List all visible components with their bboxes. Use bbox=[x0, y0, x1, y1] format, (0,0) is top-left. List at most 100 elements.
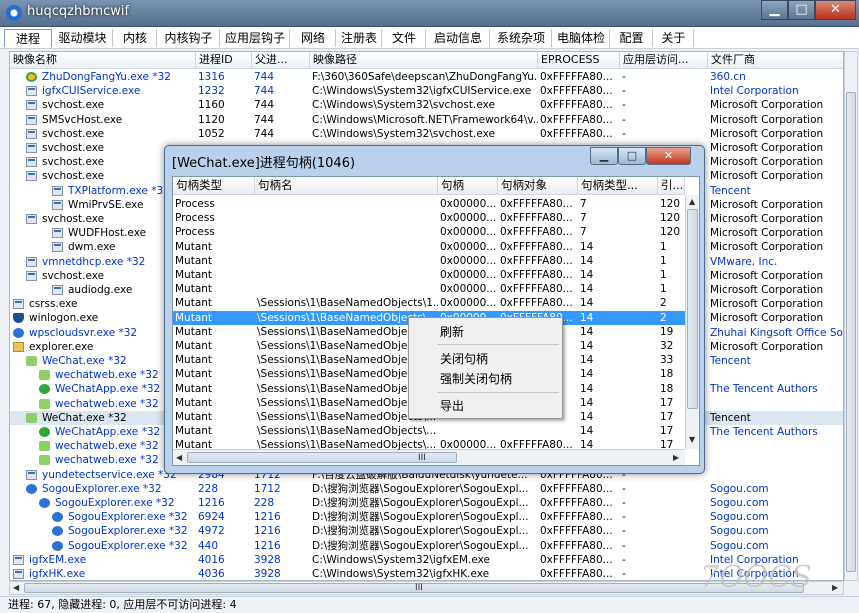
cell-pid: 1160 bbox=[198, 99, 225, 112]
scroll-up-arrow-icon[interactable]: ▲ bbox=[689, 197, 695, 207]
handle-row[interactable]: Mutant 0x00000... 0xFFFFFA80... 14 1 bbox=[173, 282, 685, 296]
scroll-down-arrow-icon[interactable]: ▼ bbox=[689, 435, 695, 445]
handle-cell: 0x00000... bbox=[440, 254, 497, 267]
tab-6[interactable]: 注册表 bbox=[337, 29, 382, 47]
handle-cell: Mutant bbox=[175, 297, 213, 310]
handle-cell: 0x00000... bbox=[440, 269, 497, 281]
process-icon bbox=[26, 469, 37, 480]
handles-column-header[interactable]: 句柄类型... bbox=[578, 177, 658, 195]
dialog-maximize-button[interactable]: □ bbox=[618, 147, 646, 165]
maximize-button[interactable]: □ bbox=[788, 0, 815, 20]
table-row[interactable]: igfxCUIService.exe 1232 744 C:\Windows\Syst… bbox=[10, 84, 843, 98]
handle-row[interactable]: Mutant\Sessions\1\BaseNamedObjects\...0x… bbox=[173, 438, 685, 452]
handle-cell: 14 bbox=[580, 425, 594, 438]
tab-12[interactable]: 关于 bbox=[654, 29, 694, 47]
table-row[interactable]: SogouExplorer.exe *32 1216 228 D:\搜狗浏览器\Sog… bbox=[10, 496, 843, 510]
table-row[interactable]: svchost.exe 1052 744 C:\Windows\System32\sv… bbox=[10, 127, 843, 141]
close-button[interactable]: ✕ bbox=[815, 0, 856, 20]
handle-row[interactable]: Mutant \Sessions\1\BaseNamedObjects\1... 0… bbox=[173, 296, 685, 310]
handle-cell: 0x00000... bbox=[440, 439, 497, 452]
tab-8[interactable]: 启动信息 bbox=[427, 29, 490, 47]
menu-item-force-close-handle[interactable]: 强制关闭句柄 bbox=[410, 369, 561, 389]
scroll-left-arrow-icon[interactable]: ◀ bbox=[176, 453, 182, 463]
menu-item-close-handle[interactable]: 关闭句柄 bbox=[410, 349, 561, 369]
scroll-grip-icon: III bbox=[415, 583, 423, 593]
cell-vendor: VMware, Inc. bbox=[710, 255, 778, 268]
handle-row[interactable]: Mutant 0x00000... 0xFFFFFA80... 14 1 bbox=[173, 254, 685, 268]
handle-cell: 1 bbox=[660, 240, 667, 253]
handle-cell: 0x00000... bbox=[440, 240, 497, 253]
handle-row[interactable]: Mutant 0x00000... 0xFFFFFA80... 14 1 bbox=[173, 268, 685, 282]
handle-cell: 19 bbox=[660, 325, 674, 338]
table-row[interactable]: SogouExplorer.exe *32 4972 1216 D:\搜狗浏览器\So… bbox=[10, 524, 843, 538]
handle-row[interactable]: Process 0x00000... 0xFFFFFA80... 7 120 bbox=[173, 211, 685, 225]
column-header[interactable]: 文件厂商 bbox=[708, 52, 843, 69]
process-icon bbox=[26, 100, 37, 111]
dialog-close-button[interactable]: ✕ bbox=[646, 147, 691, 165]
menu-item-refresh[interactable]: 刷新 bbox=[410, 322, 561, 342]
scroll-thumb[interactable] bbox=[187, 452, 457, 463]
handle-cell: 0x00000... bbox=[440, 226, 497, 239]
menu-item-export[interactable]: 导出 bbox=[410, 396, 561, 416]
scroll-right-arrow-icon[interactable]: ▶ bbox=[832, 583, 838, 593]
dialog-minimize-button[interactable]: ▁ bbox=[590, 147, 618, 165]
scroll-thumb[interactable] bbox=[846, 92, 856, 572]
tab-1[interactable]: 驱动模块 bbox=[53, 29, 113, 47]
tab-3[interactable]: 内核钩子 bbox=[158, 29, 220, 47]
handles-column-header[interactable]: 句柄对象 bbox=[498, 177, 578, 195]
cell-vendor: Tencent bbox=[710, 184, 751, 197]
tab-5[interactable]: 网络 bbox=[291, 29, 336, 47]
handle-cell: 0xFFFFFA80... bbox=[500, 212, 573, 225]
cell-ppid: 744 bbox=[254, 71, 275, 83]
scroll-left-arrow-icon[interactable]: ◀ bbox=[13, 583, 19, 593]
column-header[interactable]: 应用层访问... bbox=[620, 52, 708, 69]
handle-row[interactable]: Process 0x00000... 0xFFFFFA80... 7 120 bbox=[173, 197, 685, 211]
table-row[interactable]: ZhuDongFangYu.exe *32 1316 744 F:\360\360Sa… bbox=[10, 70, 843, 84]
table-row[interactable]: SogouExplorer.exe *32 228 1712 D:\搜狗浏览器\Sog… bbox=[10, 482, 843, 496]
table-row[interactable]: svchost.exe 1160 744 C:\Windows\System32\sv… bbox=[10, 98, 843, 112]
handles-column-header[interactable]: 句柄类型 bbox=[173, 177, 255, 195]
handles-column-header[interactable]: 句柄名 bbox=[255, 177, 438, 195]
tab-9[interactable]: 系统杂项 bbox=[491, 29, 552, 47]
cell-path: C:\Windows\Microsoft.NET\Framework64\v..… bbox=[312, 113, 538, 126]
handle-cell: Process bbox=[175, 226, 215, 239]
scroll-thumb[interactable] bbox=[687, 209, 698, 409]
scroll-right-arrow-icon[interactable]: ▶ bbox=[673, 453, 679, 463]
table-row[interactable]: SogouExplorer.exe *32 440 1216 D:\搜狗浏览器\Sog… bbox=[10, 539, 843, 553]
column-header[interactable]: 映像名称 bbox=[10, 52, 196, 69]
handles-column-header[interactable]: 引... bbox=[658, 177, 685, 195]
handle-cell: 17 bbox=[660, 411, 674, 423]
tab-7[interactable]: 文件 bbox=[383, 29, 426, 47]
title-bar[interactable]: huqcqzhbmcwif ▁ □ ✕ bbox=[0, 0, 859, 27]
handle-cell: 120 bbox=[660, 198, 681, 210]
tab-10[interactable]: 电脑体检 bbox=[553, 29, 610, 47]
scroll-thumb[interactable] bbox=[24, 583, 804, 593]
minimize-button[interactable]: ▁ bbox=[761, 0, 788, 20]
cell-pid: 1052 bbox=[198, 127, 225, 140]
handle-row[interactable]: Process 0x00000... 0xFFFFFA80... 7 120 bbox=[173, 225, 685, 239]
table-row[interactable]: SogouExplorer.exe *32 6924 1216 D:\搜狗浏览器\So… bbox=[10, 510, 843, 524]
handle-row[interactable]: Mutant \Sessions\1\BaseNamedObjects\... 14… bbox=[173, 424, 685, 438]
process-vertical-scrollbar[interactable] bbox=[844, 51, 858, 581]
process-icon bbox=[39, 427, 50, 437]
tab-2[interactable]: 内核 bbox=[114, 29, 157, 47]
tab-4[interactable]: 应用层钩子 bbox=[221, 29, 290, 47]
handle-cell: 17 bbox=[660, 425, 674, 438]
tab-11[interactable]: 配置 bbox=[611, 29, 653, 47]
handle-cell: Mutant bbox=[175, 340, 213, 352]
tab-0[interactable]: 进程 bbox=[4, 29, 52, 47]
cell-vendor bbox=[708, 453, 843, 467]
handles-column-header[interactable]: 句柄 bbox=[438, 177, 498, 195]
column-header[interactable]: 进程ID bbox=[196, 52, 252, 69]
cell-ppid: 744 bbox=[254, 85, 275, 98]
handles-vertical-scrollbar[interactable]: ▲ ▼ bbox=[685, 195, 699, 449]
column-header[interactable]: EPROCESS bbox=[538, 52, 620, 69]
handle-cell: 14 bbox=[580, 396, 594, 409]
column-header[interactable]: 父进... bbox=[252, 52, 310, 69]
handle-row[interactable]: Mutant 0x00000... 0xFFFFFA80... 14 1 bbox=[173, 240, 685, 254]
cell-ppid: 1216 bbox=[254, 511, 281, 524]
column-header[interactable]: 映像路径 bbox=[310, 52, 538, 69]
table-row[interactable]: SMSvcHost.exe 1120 744 C:\Windows\Microsoft… bbox=[10, 113, 843, 127]
tab-bar: 进程 驱动模块 内核 内核钩子 应用层钩子 网络 注册表 文件 启动信息 系统杂项 电脑体检 配置 关于 bbox=[0, 27, 859, 49]
cell-pid: 1316 bbox=[198, 71, 225, 83]
